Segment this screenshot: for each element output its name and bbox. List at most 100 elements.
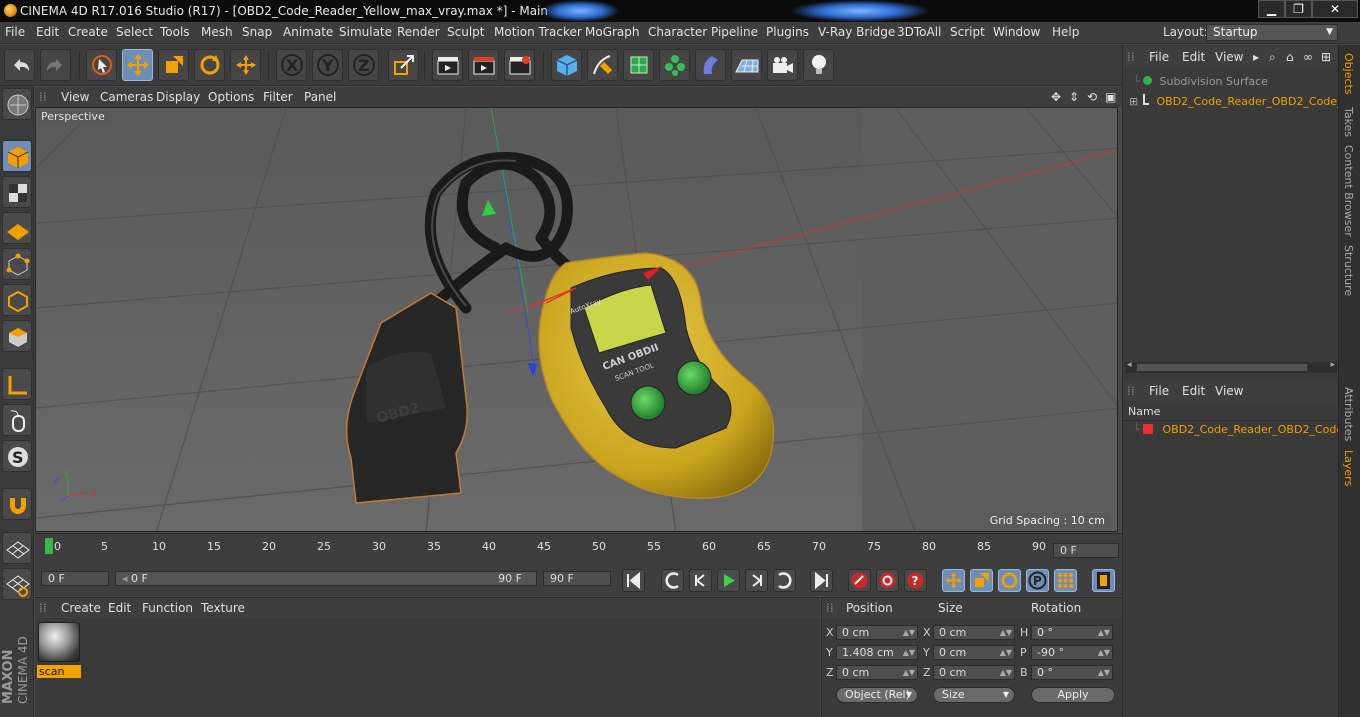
- coordinate-system-button[interactable]: [388, 49, 419, 81]
- viewport-menu-cameras[interactable]: Cameras: [100, 90, 153, 104]
- workplane-lock-button[interactable]: [2, 532, 32, 564]
- object-menu-more-icon[interactable]: ▸: [1253, 50, 1259, 64]
- size-z-field[interactable]: 0 cm ▲▼: [933, 665, 1015, 680]
- goto-prev-key-button[interactable]: [661, 569, 684, 592]
- object-row-obd2[interactable]: ⊞ OBD2_Code_Reader_OBD2_Code_F: [1129, 93, 1339, 111]
- object-menu-view[interactable]: View: [1215, 50, 1243, 64]
- menu-vray-bridge[interactable]: V-Ray Bridge: [818, 25, 895, 39]
- subdivision-surface-button[interactable]: [623, 49, 654, 81]
- layer-menu-view[interactable]: View: [1215, 384, 1243, 398]
- end-frame-field[interactable]: 90 F: [543, 571, 611, 586]
- edges-mode-button[interactable]: [2, 284, 32, 316]
- deformer-button[interactable]: [695, 49, 726, 81]
- close-button[interactable]: ✕: [1312, 0, 1358, 18]
- current-frame-field[interactable]: 0 F: [1053, 543, 1119, 558]
- live-selection-button[interactable]: [86, 49, 117, 81]
- step-back-button[interactable]: [689, 569, 712, 592]
- record-scale-button[interactable]: [970, 569, 993, 592]
- menu-mesh[interactable]: Mesh: [201, 25, 233, 39]
- tab-takes[interactable]: Takes: [1342, 107, 1355, 137]
- position-x-field[interactable]: 0 cm ▲▼: [836, 625, 918, 640]
- menu-mograph[interactable]: MoGraph: [585, 25, 640, 39]
- perspective-viewport[interactable]: OBD2 AutoXray CAN OBDII SCAN TOOL x y z …: [35, 107, 1118, 532]
- menu-character[interactable]: Character: [648, 25, 707, 39]
- rotation-b-field[interactable]: 0 ° ▲▼: [1031, 665, 1113, 680]
- search-icon[interactable]: ⌕: [1269, 50, 1276, 65]
- tab-attributes[interactable]: Attributes: [1342, 387, 1355, 441]
- viewport-pan-icon[interactable]: ✥: [1051, 90, 1061, 104]
- tab-objects[interactable]: Objects: [1342, 53, 1355, 95]
- menu-help[interactable]: Help: [1052, 25, 1079, 39]
- light-button[interactable]: [803, 49, 834, 81]
- object-list-scrollbar[interactable]: ◂ ▸: [1125, 360, 1337, 373]
- menu-tools[interactable]: Tools: [160, 25, 190, 39]
- render-picture-viewer-button[interactable]: [468, 49, 499, 81]
- pen-spline-button[interactable]: [587, 49, 618, 81]
- play-button[interactable]: [717, 569, 740, 592]
- coordinate-mode-dropdown[interactable]: Object (Rel) ▼: [836, 687, 918, 703]
- axis-mode-button[interactable]: [2, 368, 32, 400]
- workplane-mode-button[interactable]: [2, 212, 32, 244]
- material-menu-edit[interactable]: Edit: [108, 601, 131, 615]
- menu-window[interactable]: Window: [993, 25, 1040, 39]
- cube-object-button[interactable]: [551, 49, 582, 81]
- minimize-button[interactable]: ▁: [1258, 0, 1285, 18]
- expand-toggle-icon[interactable]: ⊞: [1129, 93, 1138, 111]
- material-thumbnail[interactable]: [38, 622, 80, 662]
- layer-menu-file[interactable]: File: [1149, 384, 1169, 398]
- render-settings-button[interactable]: [504, 49, 535, 81]
- magnet-button[interactable]: [2, 488, 32, 520]
- cloner-button[interactable]: [659, 49, 690, 81]
- record-rotation-button[interactable]: [998, 569, 1021, 592]
- polygons-mode-button[interactable]: [2, 320, 32, 352]
- viewport-menu-display[interactable]: Display: [156, 90, 200, 104]
- position-y-field[interactable]: 1.408 cm ▲▼: [836, 645, 918, 660]
- keyframe-selection-button[interactable]: ?: [904, 569, 927, 592]
- new-panel-icon[interactable]: ⊞: [1321, 50, 1331, 64]
- menu-3dtoall[interactable]: 3DToAll: [897, 25, 941, 39]
- start-frame-field[interactable]: 0 F: [41, 571, 109, 586]
- frame-range-slider[interactable]: ◂ 0 F 90 F: [115, 571, 537, 586]
- tab-layers[interactable]: Layers: [1342, 450, 1355, 486]
- tab-structure[interactable]: Structure: [1342, 245, 1355, 296]
- tweak-mode-button[interactable]: [2, 404, 32, 436]
- x-axis-lock-button[interactable]: X: [276, 49, 307, 81]
- undo-button[interactable]: [4, 49, 35, 81]
- menu-file[interactable]: File: [5, 25, 25, 39]
- rotation-h-field[interactable]: 0 ° ▲▼: [1031, 625, 1113, 640]
- viewport-menu-panel[interactable]: Panel: [304, 90, 336, 104]
- make-editable-button[interactable]: [2, 88, 32, 120]
- goto-start-button[interactable]: [622, 569, 645, 592]
- z-axis-lock-button[interactable]: Z: [348, 49, 379, 81]
- autokey-button[interactable]: [876, 569, 899, 592]
- menu-render[interactable]: Render: [397, 25, 440, 39]
- size-x-field[interactable]: 0 cm ▲▼: [933, 625, 1015, 640]
- model-mode-button[interactable]: [2, 140, 32, 172]
- render-view-button[interactable]: [432, 49, 463, 81]
- layout-dropdown[interactable]: Startup ▼: [1206, 24, 1338, 41]
- menu-animate[interactable]: Animate: [283, 25, 333, 39]
- layer-color-swatch[interactable]: [1143, 424, 1153, 434]
- menu-plugins[interactable]: Plugins: [766, 25, 809, 39]
- viewport-menu-options[interactable]: Options: [208, 90, 254, 104]
- texture-mode-button[interactable]: [2, 176, 32, 208]
- maximize-button[interactable]: ❐: [1285, 0, 1312, 18]
- floor-button[interactable]: [731, 49, 762, 81]
- menu-sculpt[interactable]: Sculpt: [447, 25, 484, 39]
- redo-button[interactable]: [40, 49, 71, 81]
- goto-end-button[interactable]: [810, 569, 833, 592]
- record-active-button[interactable]: [848, 569, 871, 592]
- object-row-subdivision[interactable]: └ Subdivision Surface: [1129, 73, 1268, 91]
- position-z-field[interactable]: 0 cm ▲▼: [836, 665, 918, 680]
- viewport-menu-view[interactable]: View: [61, 90, 89, 104]
- timeline-window-button[interactable]: [1092, 569, 1115, 592]
- object-menu-file[interactable]: File: [1149, 50, 1169, 64]
- points-mode-button[interactable]: [2, 248, 32, 280]
- rotate-tool-button[interactable]: [194, 49, 225, 81]
- move-tool-button[interactable]: [122, 49, 153, 81]
- material-menu-texture[interactable]: Texture: [201, 601, 245, 615]
- camera-button[interactable]: [767, 49, 798, 81]
- object-menu-edit[interactable]: Edit: [1182, 50, 1205, 64]
- record-position-button[interactable]: [942, 569, 965, 592]
- tab-content-browser[interactable]: Content Browser: [1342, 145, 1355, 237]
